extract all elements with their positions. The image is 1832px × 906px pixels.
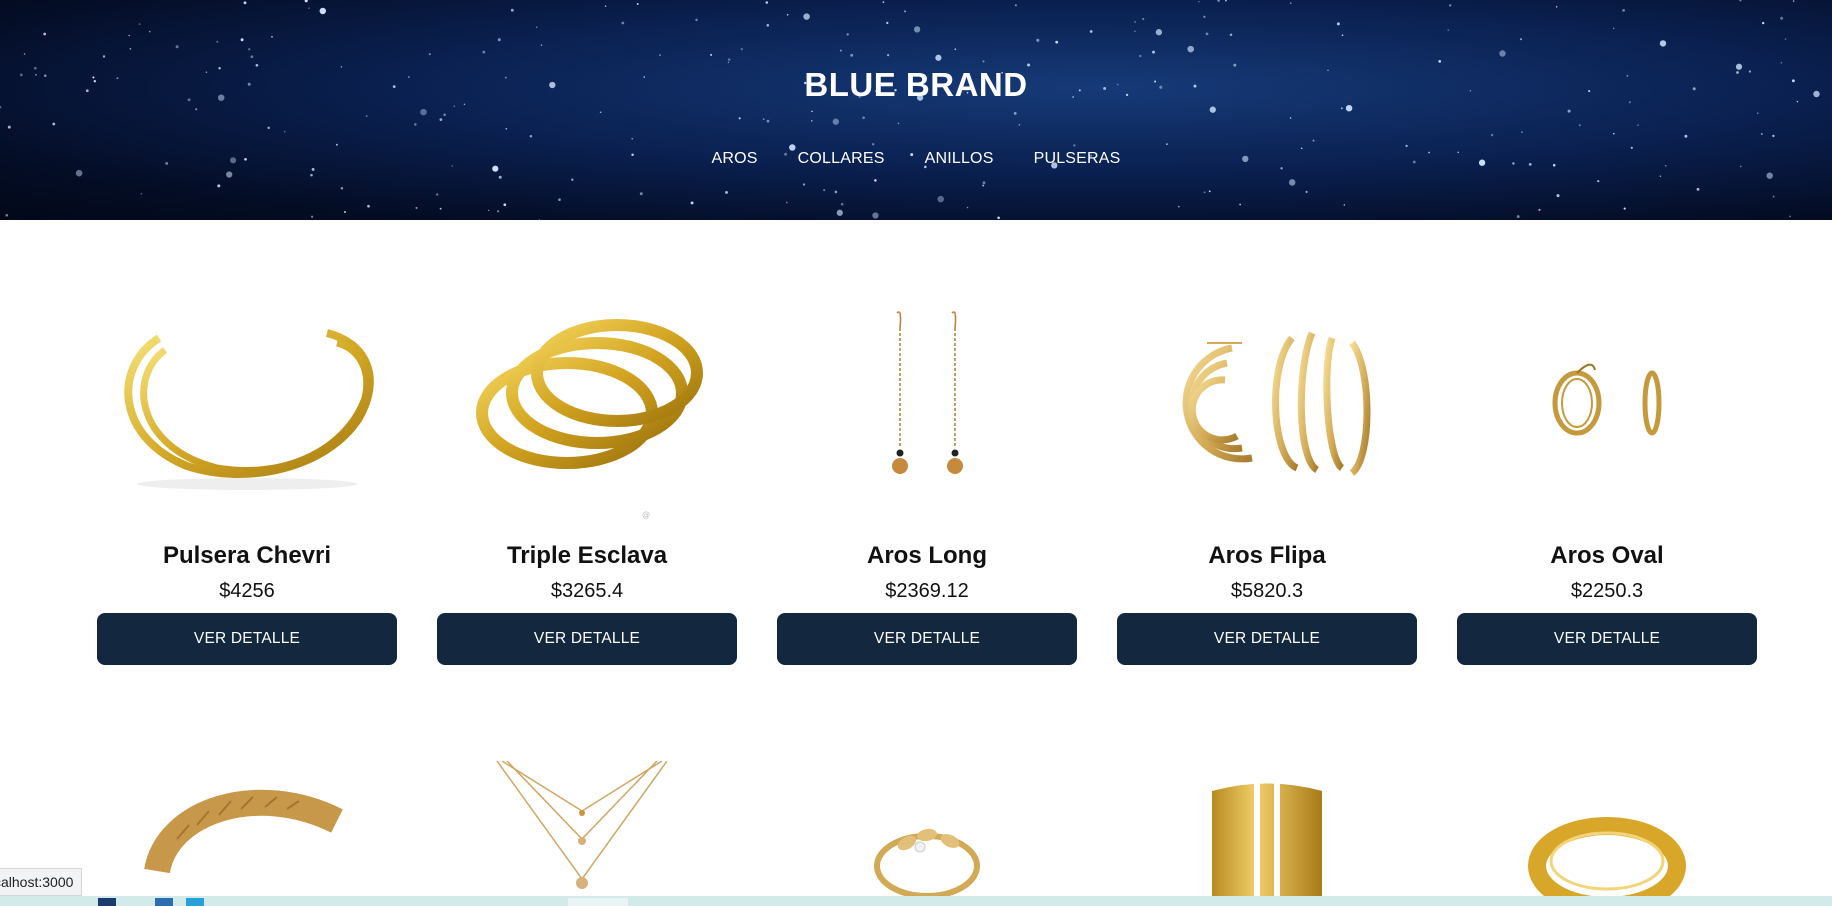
triple-gold-bangles-icon: @	[476, 319, 703, 519]
long-chain-drop-earrings-icon	[892, 311, 963, 474]
small-oval-hoop-earrings-icon	[1552, 363, 1662, 436]
gold-cuff-bracelet-icon	[124, 329, 374, 490]
product-image[interactable]	[1457, 761, 1757, 901]
product-image[interactable]	[437, 761, 737, 901]
product-card	[1457, 761, 1757, 901]
product-card: Aros Oval $2250.3 VER DETALLE	[1457, 268, 1757, 665]
view-detail-button[interactable]: VER DETALLE	[97, 613, 397, 665]
starfield-background	[0, 0, 1820, 220]
view-detail-button[interactable]: VER DETALLE	[437, 613, 737, 665]
brand-title[interactable]: BLUE BRAND	[0, 66, 1832, 104]
product-card	[777, 761, 1077, 901]
product-price: $2369.12	[885, 580, 969, 602]
product-price: $4256	[219, 580, 275, 602]
triple-hoop-earrings-icon	[1182, 331, 1371, 476]
taskbar-app-icon[interactable]	[568, 898, 628, 906]
product-title: Aros Long	[867, 542, 987, 569]
product-image[interactable]	[97, 761, 397, 901]
svg-text:@: @	[642, 510, 650, 519]
product-image[interactable]	[97, 268, 397, 528]
view-detail-button[interactable]: VER DETALLE	[777, 613, 1077, 665]
product-image[interactable]	[777, 268, 1077, 528]
product-card: Pulsera Chevri $4256 VER DETALLE	[97, 268, 397, 665]
nav-link-aros[interactable]: AROS	[711, 150, 757, 168]
product-image[interactable]	[777, 761, 1077, 901]
taskbar-app-icon[interactable]	[98, 898, 116, 906]
product-card: Aros Flipa $5820.3 VER DETALLE	[1117, 268, 1417, 665]
feather-cuff-bracelet-icon	[144, 789, 343, 875]
main-nav: AROS COLLARES ANILLOS PULSERAS	[0, 150, 1832, 168]
taskbar-app-icon[interactable]	[186, 898, 204, 906]
product-title: Aros Flipa	[1208, 542, 1326, 569]
product-image[interactable]	[1457, 268, 1757, 528]
product-card	[97, 761, 397, 901]
product-card	[1117, 761, 1417, 901]
product-card	[437, 761, 737, 901]
layered-necklace-icon	[496, 761, 668, 889]
taskbar-app-icon[interactable]	[155, 898, 173, 906]
product-card: @ Triple Esclava $3265.4 VER DETALLE	[437, 268, 737, 665]
gold-band-ring-icon	[1528, 817, 1686, 901]
product-image[interactable]: @	[437, 268, 737, 528]
product-title: Triple Esclava	[506, 542, 668, 569]
product-price: $3265.4	[550, 580, 624, 602]
status-url-tooltip: calhost:3000	[0, 868, 83, 896]
nav-link-pulseras[interactable]: PULSERAS	[1034, 150, 1121, 168]
product-title: Aros Oval	[1550, 542, 1664, 569]
nav-link-anillos[interactable]: ANILLOS	[925, 150, 994, 168]
product-price: $2250.3	[1570, 580, 1644, 602]
nav-link-collares[interactable]: COLLARES	[798, 150, 885, 168]
product-image[interactable]	[1117, 268, 1417, 528]
leaf-ring-icon	[874, 828, 980, 899]
view-detail-button[interactable]: VER DETALLE	[1117, 613, 1417, 665]
taskbar	[0, 896, 1832, 906]
product-image[interactable]	[1117, 761, 1417, 901]
product-card: Aros Long $2369.12 VER DETALLE	[777, 268, 1077, 665]
product-grid: Pulsera Chevri $4256 VER DETALLE @ Tripl…	[97, 268, 1757, 901]
product-price: $5820.3	[1230, 580, 1304, 602]
view-detail-button[interactable]: VER DETALLE	[1457, 613, 1757, 665]
hero-header: BLUE BRAND AROS COLLARES ANILLOS PULSERA…	[0, 0, 1832, 220]
wide-gold-cuff-icon	[1212, 781, 1322, 901]
product-title: Pulsera Chevri	[162, 542, 332, 569]
